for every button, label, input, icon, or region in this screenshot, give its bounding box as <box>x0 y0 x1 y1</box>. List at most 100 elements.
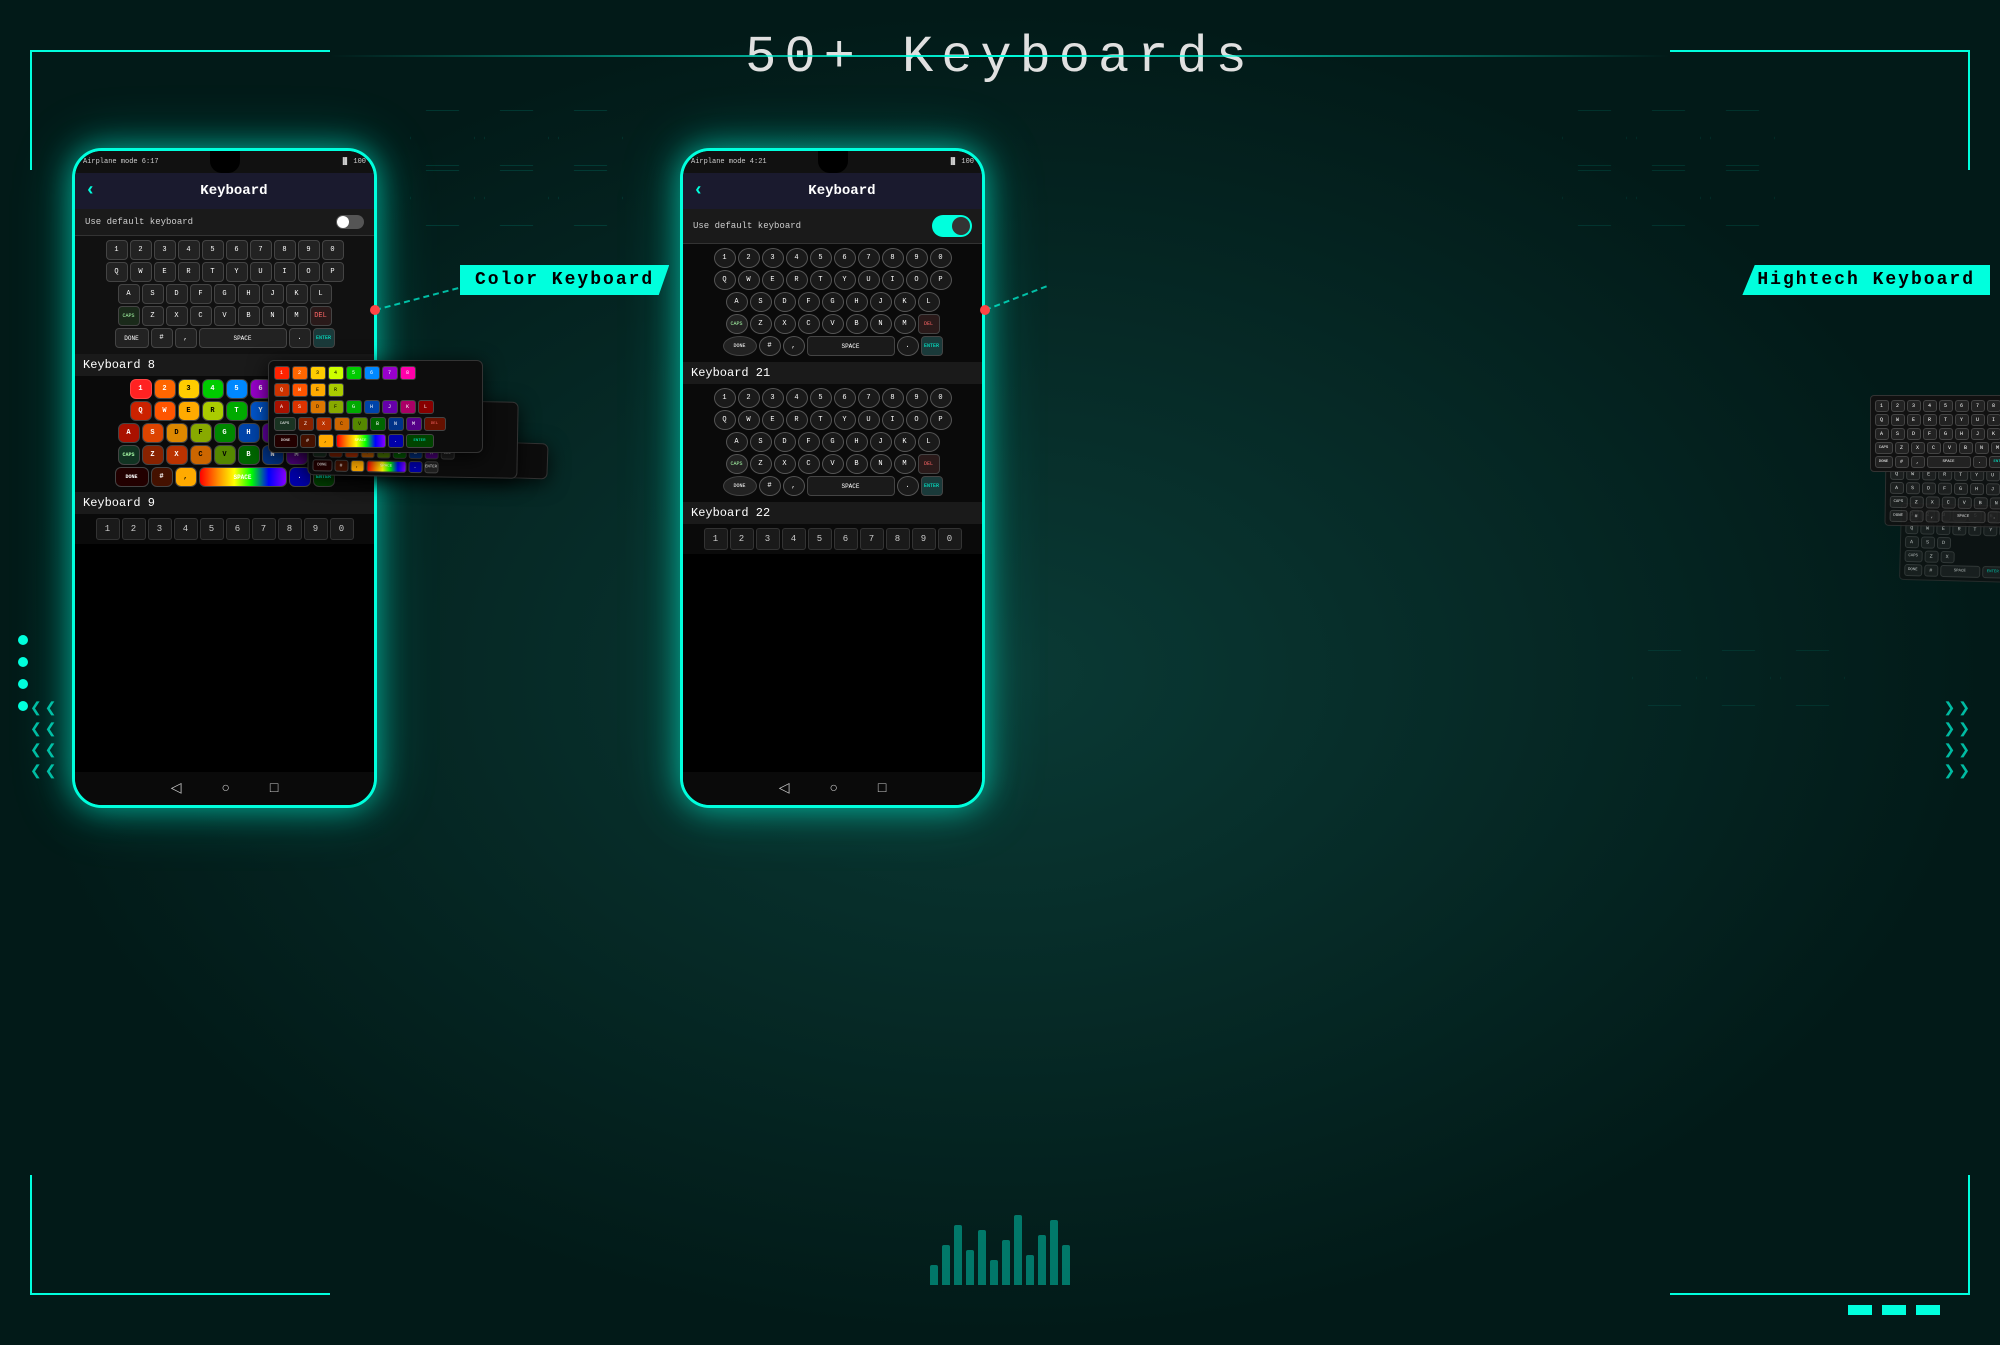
num-r-2: 2 <box>730 528 754 550</box>
key-7[interactable]: 7 <box>250 240 272 260</box>
right-chevrons: ❯❯ ❯❯ ❯❯ ❯❯ <box>1944 700 1970 780</box>
pagination <box>1848 1305 1940 1315</box>
num-r-10: 0 <box>938 528 962 550</box>
hex-decoration-1 <box>410 110 628 226</box>
key-m[interactable]: M <box>286 306 308 326</box>
back-button-right[interactable]: ‹ <box>693 181 704 201</box>
asdf-right2: A S D F G H J K L <box>687 432 978 452</box>
key-0[interactable]: 0 <box>322 240 344 260</box>
toggle-knob-left <box>337 216 349 228</box>
key-l[interactable]: L <box>310 284 332 304</box>
bottom-right: DONE # , SPACE . ENTER <box>687 336 978 356</box>
num-r-3: 3 <box>756 528 780 550</box>
hash-key-left[interactable]: # <box>151 328 173 348</box>
key-c[interactable]: C <box>190 306 212 326</box>
key-1[interactable]: 1 <box>106 240 128 260</box>
toggle-switch-right[interactable] <box>932 215 972 237</box>
key-e[interactable]: E <box>154 262 176 282</box>
comma-key-left[interactable]: , <box>175 328 197 348</box>
done-key-left[interactable]: DONE <box>115 328 149 348</box>
back-nav-right[interactable]: ◁ <box>779 780 790 797</box>
keyboard22-label: Keyboard 22 <box>683 502 982 524</box>
keyboard9-label: Keyboard 9 <box>75 492 374 514</box>
key-3[interactable]: 3 <box>154 240 176 260</box>
back-button-left[interactable]: ‹ <box>85 181 96 201</box>
del-key-left[interactable]: DEL <box>310 306 332 326</box>
toggle-switch-left[interactable] <box>336 215 364 229</box>
hex-decoration-3 <box>1632 650 1850 706</box>
home-nav-right[interactable]: ○ <box>829 781 837 797</box>
corner-decoration-tr <box>1670 50 1970 170</box>
key-8[interactable]: 8 <box>274 240 296 260</box>
key-k[interactable]: K <box>286 284 308 304</box>
key-n[interactable]: N <box>262 306 284 326</box>
key-4[interactable]: 4 <box>178 240 200 260</box>
key-f[interactable]: F <box>190 284 212 304</box>
key-6[interactable]: 6 <box>226 240 248 260</box>
side-dots <box>18 635 28 711</box>
hightech-keyboard-label: Hightech Keyboard <box>1742 265 1990 295</box>
key-t[interactable]: T <box>202 262 224 282</box>
keyboard8-section: 1 2 3 4 5 6 7 8 9 0 Q W E R T Y U I O P … <box>75 236 374 354</box>
bottom-row-left: DONE # , SPACE . ENTER <box>79 328 370 348</box>
zxcv-row-left: CAPS Z X C V B N M DEL <box>79 306 370 326</box>
page-dot-3[interactable] <box>1916 1305 1940 1315</box>
caps-key-left[interactable]: CAPS <box>118 306 140 326</box>
key-z[interactable]: Z <box>142 306 164 326</box>
num-row-right: 1 2 3 4 5 6 7 8 9 0 <box>687 248 978 268</box>
corner-decoration-br <box>1670 1175 1970 1295</box>
num-r-5: 5 <box>808 528 832 550</box>
toggle-row-left: Use default keyboard <box>75 209 374 236</box>
key-w[interactable]: W <box>130 262 152 282</box>
key-9[interactable]: 9 <box>298 240 320 260</box>
home-nav-left[interactable]: ○ <box>221 781 229 797</box>
num-prev-9: 9 <box>304 518 328 540</box>
enter-key-left[interactable]: ENTER <box>313 328 335 348</box>
key-a[interactable]: A <box>118 284 140 304</box>
key-y[interactable]: Y <box>226 262 248 282</box>
battery-left: ▐▌ 100 <box>341 158 366 166</box>
key-5[interactable]: 5 <box>202 240 224 260</box>
header-title-right: Keyboard <box>712 183 972 199</box>
num-prev-2: 2 <box>122 518 146 540</box>
num-prev-1: 1 <box>96 518 120 540</box>
back-nav-left[interactable]: ◁ <box>171 780 182 797</box>
status-left-text: Airplane mode 6:17 <box>83 158 159 166</box>
key-2[interactable]: 2 <box>130 240 152 260</box>
toggle-label-left: Use default keyboard <box>85 217 193 227</box>
key-r[interactable]: R <box>178 262 200 282</box>
asdf-right: A S D F G H J K L <box>687 292 978 312</box>
space-key-left[interactable]: SPACE <box>199 328 287 348</box>
key-v[interactable]: V <box>214 306 236 326</box>
key-o[interactable]: O <box>298 262 320 282</box>
num-r-8: 8 <box>886 528 910 550</box>
notch-left <box>210 151 240 173</box>
left-chevrons: ❮❮ ❮❮ ❮❮ ❮❮ <box>30 700 56 780</box>
key-j[interactable]: J <box>262 284 284 304</box>
toggle-label-right: Use default keyboard <box>693 221 801 231</box>
page-dot-1[interactable] <box>1848 1305 1872 1315</box>
key-q[interactable]: Q <box>106 262 128 282</box>
battery-right: ▐▌ 100 <box>949 158 974 166</box>
key-p[interactable]: P <box>322 262 344 282</box>
key-d[interactable]: D <box>166 284 188 304</box>
key-i[interactable]: I <box>274 262 296 282</box>
key-b[interactable]: B <box>238 306 260 326</box>
recent-nav-left[interactable]: □ <box>270 781 278 797</box>
key-h[interactable]: H <box>238 284 260 304</box>
key-u[interactable]: U <box>250 262 272 282</box>
nav-bar-right: ◁ ○ □ <box>683 772 982 805</box>
period-key-left[interactable]: . <box>289 328 311 348</box>
key-x[interactable]: X <box>166 306 188 326</box>
num-r-4: 4 <box>782 528 806 550</box>
phone-right: Airplane mode 4:21 ▐▌ 100 ‹ Keyboard Use… <box>680 148 985 808</box>
recent-nav-right[interactable]: □ <box>878 781 886 797</box>
toggle-row-right: Use default keyboard <box>683 209 982 244</box>
float-kb-layer1: 1 2 3 4 5 6 7 8 9 Q W E R A S D F G H J … <box>268 360 483 453</box>
key-g[interactable]: G <box>214 284 236 304</box>
keyboard21-label: Keyboard 21 <box>683 362 982 384</box>
zxcv-right2: CAPS Z X C V B N M DEL <box>687 454 978 474</box>
key-s[interactable]: S <box>142 284 164 304</box>
phone-left: Airplane mode 6:17 ▐▌ 100 ‹ Keyboard Use… <box>72 148 377 808</box>
page-dot-2[interactable] <box>1882 1305 1906 1315</box>
